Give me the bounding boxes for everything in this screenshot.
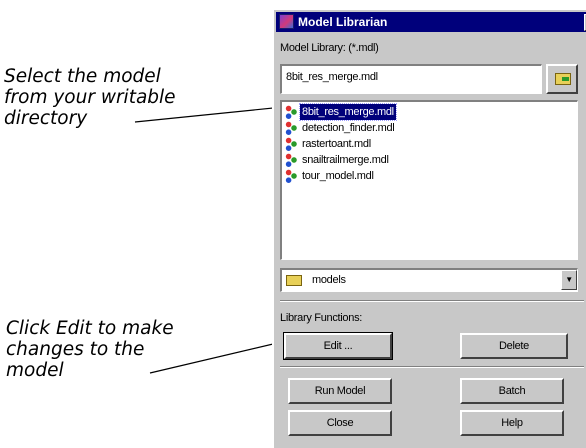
list-item[interactable]: snailtrailmerge.mdl: [282, 152, 577, 168]
folder-browse-icon: [555, 73, 571, 85]
callout-line-1: Select the model: [4, 66, 161, 87]
chevron-down-icon[interactable]: ▼: [561, 270, 577, 290]
folder-icon: [286, 275, 302, 286]
callout-line-2: from your writable: [4, 87, 176, 108]
list-item-label: tour_model.mdl: [302, 170, 374, 182]
model-filename-input[interactable]: 8bit_res_merge.mdl: [280, 64, 542, 94]
delete-button[interactable]: Delete: [460, 333, 568, 359]
run-model-button[interactable]: Run Model: [288, 378, 392, 404]
library-functions-label: Library Functions:: [280, 312, 363, 324]
divider: [280, 366, 584, 368]
title-bar[interactable]: Model Librarian X: [276, 12, 586, 32]
model-file-icon: [285, 137, 297, 151]
list-item-label: snailtrailmerge.mdl: [302, 154, 389, 166]
batch-button[interactable]: Batch: [460, 378, 564, 404]
edit-button[interactable]: Edit ...: [283, 332, 393, 360]
directory-select-value: models: [312, 274, 346, 286]
model-file-icon: [285, 121, 297, 135]
list-item[interactable]: detection_finder.mdl: [282, 120, 577, 136]
help-button[interactable]: Help: [460, 410, 564, 436]
list-item[interactable]: rastertoant.mdl: [282, 136, 577, 152]
divider: [280, 300, 584, 302]
callout-line-3: model: [6, 360, 64, 381]
list-item-label: rastertoant.mdl: [302, 138, 371, 150]
model-file-list[interactable]: 8bit_res_merge.mdl detection_finder.mdl …: [280, 100, 578, 260]
list-item[interactable]: 8bit_res_merge.mdl: [282, 103, 577, 121]
callout-select-model: Select the model from your writable dire…: [4, 66, 176, 129]
model-library-label: Model Library: (*.mdl): [280, 42, 379, 54]
model-file-icon: [285, 169, 297, 183]
browse-button[interactable]: [546, 64, 578, 94]
list-item-label: detection_finder.mdl: [302, 122, 395, 134]
list-item-label: 8bit_res_merge.mdl: [299, 103, 397, 121]
callout-click-edit: Click Edit to make changes to the model: [6, 318, 174, 381]
model-file-icon: [285, 105, 297, 119]
callout-line-1: Click Edit to make: [6, 318, 174, 339]
directory-select[interactable]: models ▼: [280, 268, 578, 292]
callout-line-2: changes to the: [6, 339, 145, 360]
model-filename-value: 8bit_res_merge.mdl: [286, 71, 378, 83]
window-title: Model Librarian: [298, 15, 388, 29]
close-button[interactable]: Close: [288, 410, 392, 436]
model-librarian-dialog: Model Librarian X Model Library: (*.mdl)…: [272, 8, 586, 448]
callout-line-3: directory: [4, 108, 88, 129]
list-item[interactable]: tour_model.mdl: [282, 168, 577, 184]
model-file-icon: [285, 153, 297, 167]
app-icon: [279, 14, 294, 29]
